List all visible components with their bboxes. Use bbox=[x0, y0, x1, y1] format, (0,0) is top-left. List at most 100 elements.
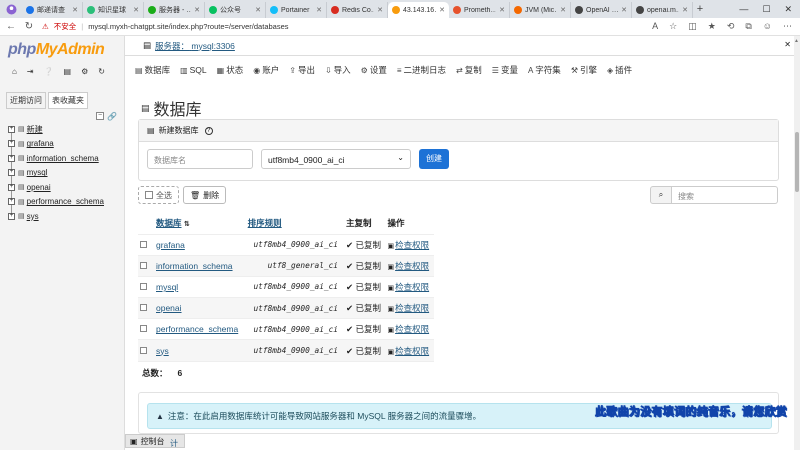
expand-icon[interactable]: + bbox=[8, 198, 15, 206]
search-input[interactable]: 搜索 bbox=[672, 186, 778, 204]
browser-tab[interactable]: Portainer ✕ bbox=[266, 2, 327, 18]
menu-item-engine[interactable]: ⚒ 引擎 bbox=[571, 64, 597, 76]
tab-close-icon[interactable]: ✕ bbox=[72, 6, 78, 14]
menu-item-variables[interactable]: ☰ 变量 bbox=[492, 64, 518, 76]
menu-item-sql[interactable]: ▥ SQL bbox=[180, 64, 207, 76]
tree-item-sys[interactable]: + ▤ sys bbox=[8, 209, 104, 224]
url-text[interactable]: mysql.myxh-chatgpt.site/index.php?route=… bbox=[88, 22, 288, 31]
collapse-all-icon[interactable]: − bbox=[96, 112, 104, 120]
tab-close-icon[interactable]: ✕ bbox=[682, 6, 688, 14]
new-tab-button[interactable]: + bbox=[693, 3, 707, 15]
browser-tab[interactable]: 邮递请查 ✕ bbox=[22, 2, 83, 18]
settings-gear-icon[interactable]: ⚙ bbox=[81, 67, 88, 76]
check-privileges-link[interactable]: 检查权限 bbox=[395, 261, 429, 271]
browser-tab[interactable]: Prometh… ✕ bbox=[449, 2, 510, 18]
menu-item-status[interactable]: ▦ 状态 bbox=[217, 64, 244, 76]
tree-item-grafana[interactable]: + ▤ grafana bbox=[8, 137, 104, 152]
check-privileges-link[interactable]: 检查权限 bbox=[395, 240, 429, 250]
collation-select[interactable]: utf8mb4_0900_ai_ci ⌄ bbox=[261, 149, 411, 169]
tree-item-新建[interactable]: + ▤ 新建 bbox=[8, 122, 104, 137]
phpmyadmin-logo[interactable]: phpMyAdmin bbox=[8, 41, 105, 59]
insecure-label[interactable]: 不安全 bbox=[54, 21, 77, 32]
tree-item-mysql[interactable]: + ▤ mysql bbox=[8, 166, 104, 181]
browser-tab[interactable]: Redis Co…✕ bbox=[327, 2, 388, 18]
reload-icon[interactable]: ↻ bbox=[24, 21, 34, 32]
column-header-database[interactable]: 数据库 ⇅ bbox=[154, 213, 246, 235]
check-privileges-link[interactable]: 检查权限 bbox=[395, 324, 429, 334]
database-link[interactable]: mysql bbox=[156, 282, 178, 292]
refresh-icon[interactable]: ↻ bbox=[98, 67, 105, 76]
expand-icon[interactable]: + bbox=[8, 125, 15, 133]
link-with-main-icon[interactable]: 🔗 bbox=[107, 112, 117, 121]
minimize-icon[interactable]: — bbox=[739, 4, 748, 15]
menu-item-replication[interactable]: ⇄ 复制 bbox=[456, 64, 482, 76]
menu-item-binlog[interactable]: ≡ 二进制日志 bbox=[397, 64, 446, 76]
home-icon[interactable]: ⌂ bbox=[12, 67, 17, 76]
menu-item-accounts[interactable]: ◉ 账户 bbox=[253, 64, 279, 76]
expand-icon[interactable]: + bbox=[8, 169, 15, 177]
expand-icon[interactable]: + bbox=[8, 140, 15, 148]
server-link[interactable]: 服务器： mysql:3306 bbox=[155, 40, 235, 52]
database-link[interactable]: performance_schema bbox=[156, 324, 238, 334]
browser-tab[interactable]: openai.m…✕ bbox=[632, 2, 693, 18]
tab-close-icon[interactable]: ✕ bbox=[499, 6, 505, 14]
maximize-icon[interactable]: ☐ bbox=[762, 4, 770, 15]
browser-tab[interactable]: 43.143.16…✕ bbox=[388, 2, 449, 18]
browser-tab[interactable]: 公众号 ✕ bbox=[205, 2, 266, 18]
scroll-thumb[interactable] bbox=[795, 132, 799, 192]
check-privileges-link[interactable]: 检查权限 bbox=[395, 282, 429, 292]
select-all-button[interactable]: 全选 bbox=[138, 186, 179, 204]
tab-close-icon[interactable]: ✕ bbox=[439, 6, 445, 14]
row-checkbox[interactable] bbox=[140, 304, 147, 312]
database-link[interactable]: information_schema bbox=[156, 261, 233, 271]
menu-item-settings[interactable]: ⚙ 设置 bbox=[361, 64, 387, 76]
checkbox[interactable] bbox=[145, 191, 153, 199]
expand-icon[interactable]: + bbox=[8, 183, 15, 191]
split-screen-icon[interactable]: ◫ bbox=[688, 21, 697, 32]
tab-recent[interactable]: 近期访问 bbox=[6, 92, 46, 109]
help-icon[interactable]: ❔ bbox=[44, 67, 54, 76]
tab-close-icon[interactable]: ✕ bbox=[133, 6, 139, 14]
favorites-bar-icon[interactable]: ★ bbox=[708, 21, 716, 32]
search-icon[interactable]: ⌕ bbox=[650, 186, 672, 204]
tab-close-icon[interactable]: ✕ bbox=[621, 6, 627, 14]
menu-item-plugin[interactable]: ◈ 插件 bbox=[607, 64, 632, 76]
expand-icon[interactable]: + bbox=[8, 154, 15, 162]
browser-tab[interactable]: JVM (Mic…✕ bbox=[510, 2, 571, 18]
omnibox[interactable]: ⚠ 不安全 | mysql.myxh-chatgpt.site/index.ph… bbox=[42, 20, 644, 34]
database-link[interactable]: grafana bbox=[156, 240, 185, 250]
browser-tab[interactable]: OpenAI … ✕ bbox=[571, 2, 632, 18]
menu-item-charset[interactable]: A 字符集 bbox=[528, 64, 561, 76]
create-button[interactable]: 创建 bbox=[419, 149, 449, 169]
profile-avatar-icon[interactable]: ☺ bbox=[763, 21, 772, 32]
tab-close-icon[interactable]: ✕ bbox=[316, 6, 322, 14]
check-privileges-link[interactable]: 检查权限 bbox=[395, 303, 429, 313]
tab-close-icon[interactable]: ✕ bbox=[194, 6, 200, 14]
row-checkbox[interactable] bbox=[140, 346, 147, 354]
tree-item-information-schema[interactable]: + ▤ information_schema bbox=[8, 151, 104, 166]
browser-tab[interactable]: 知识星球 ✕ bbox=[83, 2, 144, 18]
row-checkbox[interactable] bbox=[140, 261, 147, 269]
row-checkbox[interactable] bbox=[140, 240, 147, 248]
tab-favorites[interactable]: 表收藏夹 bbox=[48, 92, 88, 109]
collections-icon[interactable]: ⧉ bbox=[745, 21, 751, 32]
tree-item-openai[interactable]: + ▤ openai bbox=[8, 180, 104, 195]
back-icon[interactable]: ← bbox=[6, 21, 16, 32]
help-circle-icon[interactable]: ? bbox=[204, 126, 213, 135]
database-name-input[interactable]: 数据库名 bbox=[147, 149, 253, 169]
delete-button[interactable]: 🗑 删除 bbox=[183, 186, 227, 204]
logout-icon[interactable]: ⇥ bbox=[27, 67, 34, 76]
menu-item-import[interactable]: ⇩ 导入 bbox=[325, 64, 351, 76]
menu-item-export[interactable]: ⇪ 导出 bbox=[289, 64, 315, 76]
row-checkbox[interactable] bbox=[140, 325, 147, 333]
close-window-icon[interactable]: ✕ bbox=[784, 4, 792, 15]
docs-icon[interactable]: ▤ bbox=[64, 67, 72, 76]
column-header-collation[interactable]: 排序规则 bbox=[245, 213, 344, 235]
page-scrollbar[interactable]: ▲ bbox=[794, 36, 800, 450]
database-link[interactable]: sys bbox=[156, 346, 169, 356]
check-privileges-link[interactable]: 检查权限 bbox=[395, 346, 429, 356]
insecure-warning-icon[interactable]: ⚠ bbox=[42, 22, 49, 31]
row-checkbox[interactable] bbox=[140, 282, 147, 290]
tree-item-performance-schema[interactable]: + ▤ performance_schema bbox=[8, 195, 104, 210]
browser-tab[interactable]: 服务器 - … ✕ bbox=[144, 2, 205, 18]
